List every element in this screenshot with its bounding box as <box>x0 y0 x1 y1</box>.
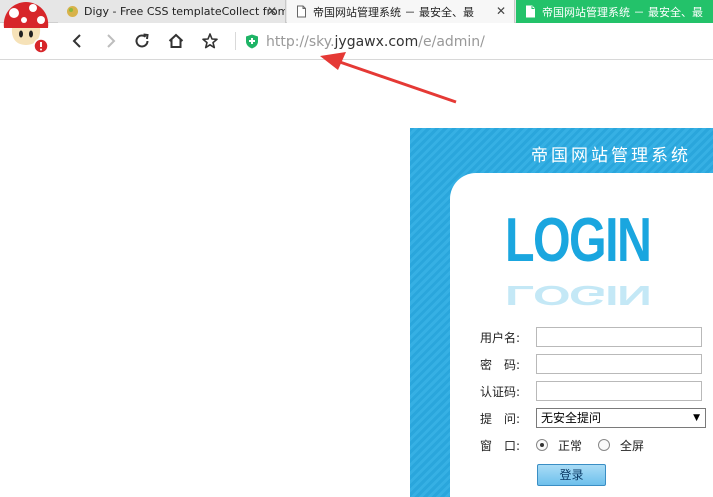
toolbar-divider <box>235 32 236 50</box>
star-icon <box>202 33 218 49</box>
window-label: 窗 口: <box>480 438 521 453</box>
password-label: 密 码: <box>480 357 521 372</box>
radio-fullscreen-label: 全屏 <box>620 438 645 453</box>
question-selected: 无安全提问 <box>541 411 602 425</box>
address-bar[interactable]: http://sky.jygawx.com/e/admin/ <box>266 34 485 50</box>
tab-empire-active[interactable]: 帝国网站管理系统 － 最安全、最 <box>516 0 713 23</box>
captcha-row: 认证码: <box>480 381 702 401</box>
login-form-area: LOGIN LOGIN 用户名: 密 码: 认证码: 提 问: 无安全提问 ▼ … <box>450 173 713 497</box>
tab-empire-1[interactable]: 帝国网站管理系统 － 最安全、最 ✕ <box>287 0 515 23</box>
forward-arrow-icon <box>107 34 116 48</box>
radio-normal[interactable] <box>536 439 548 451</box>
close-icon[interactable]: ✕ <box>265 4 279 18</box>
username-row: 用户名: <box>480 327 702 347</box>
question-select[interactable]: 无安全提问 ▼ <box>536 408 706 428</box>
captcha-input[interactable] <box>536 381 702 401</box>
home-icon <box>168 33 184 48</box>
url-path: /e/admin/ <box>418 34 485 50</box>
page-icon <box>526 5 535 18</box>
radio-fullscreen[interactable] <box>598 439 611 451</box>
reload-icon <box>135 33 149 48</box>
username-label: 用户名: <box>480 330 521 345</box>
question-row: 提 问: 无安全提问 ▼ <box>480 408 706 428</box>
captcha-label: 认证码: <box>480 384 521 399</box>
username-input[interactable] <box>536 327 702 347</box>
login-button[interactable]: 登录 <box>537 464 606 486</box>
digy-favicon-icon <box>67 6 78 17</box>
back-arrow-icon <box>72 34 81 48</box>
login-logo: LOGIN <box>505 206 652 275</box>
tab-title: 帝国网站管理系统 － 最安全、最 <box>313 5 474 19</box>
browser-toolbar: http://sky.jygawx.com/e/admin/ <box>0 23 713 60</box>
tab-digy[interactable]: Digy - Free CSS templateCollect from ✕ <box>58 0 286 23</box>
page-icon <box>297 5 306 18</box>
tab-title: 帝国网站管理系统 － 最安全、最 <box>542 5 703 19</box>
mushroom-avatar-icon[interactable] <box>0 0 52 56</box>
password-row: 密 码: <box>480 354 702 374</box>
window-mode-group: 正常 全屏 <box>536 435 660 455</box>
login-panel: 帝国网站管理系统 LOGIN LOGIN 用户名: 密 码: 认证码: 提 问:… <box>410 128 713 497</box>
home-button[interactable] <box>164 29 188 53</box>
url-host: jygawx.com <box>334 34 419 50</box>
back-button[interactable] <box>66 29 90 53</box>
question-label: 提 问: <box>480 411 521 426</box>
forward-button[interactable] <box>98 29 122 53</box>
close-icon[interactable]: ✕ <box>494 4 508 18</box>
url-prefix: http://sky. <box>266 34 335 50</box>
login-logo-reflection: LOGIN <box>505 279 651 311</box>
tab-strip: Digy - Free CSS templateCollect from ✕ 帝… <box>0 0 713 23</box>
password-input[interactable] <box>536 354 702 374</box>
reload-button[interactable] <box>130 29 154 53</box>
tab-title: Digy - Free CSS templateCollect from <box>84 5 285 18</box>
window-row: 窗 口: 正常 全屏 <box>480 435 644 455</box>
bookmark-button[interactable] <box>198 29 222 53</box>
radio-normal-label: 正常 <box>558 438 583 453</box>
chevron-down-icon: ▼ <box>693 413 700 423</box>
panel-title: 帝国网站管理系统 <box>531 146 691 166</box>
shield-icon <box>246 34 258 49</box>
